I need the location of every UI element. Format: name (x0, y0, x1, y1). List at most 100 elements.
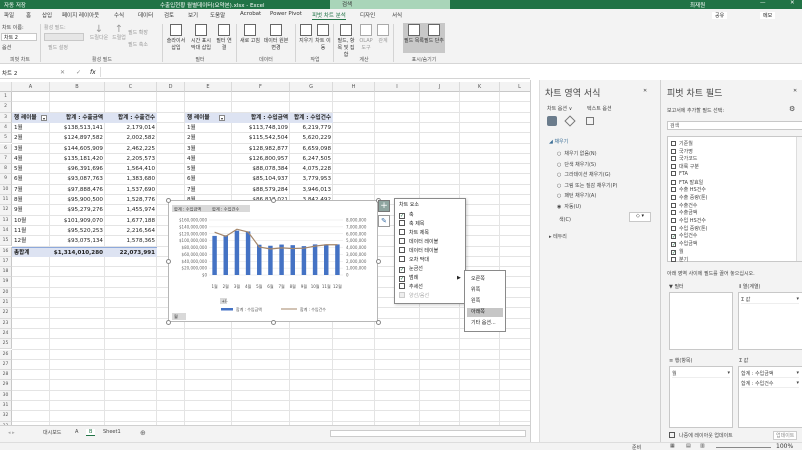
tab-12[interactable]: 디자인 (360, 11, 375, 19)
checkbox[interactable]: ✓ (671, 249, 676, 255)
column-header[interactable]: D (157, 82, 185, 92)
row-header[interactable]: 22 (0, 308, 12, 319)
dropdown-icon[interactable]: ▾ (796, 370, 799, 376)
gear-icon[interactable]: ⚙ (789, 105, 795, 113)
row-header[interactable]: 15 (0, 236, 12, 247)
pivot-cell[interactable]: 7월 (185, 185, 232, 195)
chart-element-1[interactable]: 축 제목 (399, 220, 424, 228)
insert-slicer-button[interactable]: 슬라이서 삽입 (165, 24, 187, 52)
checkbox[interactable]: ✓ (671, 234, 676, 240)
pivot-cell[interactable]: 3,946,013 (290, 185, 333, 195)
column-header[interactable]: K (460, 82, 500, 92)
pivot-cell[interactable]: 1,677,188 (105, 216, 157, 226)
area-field-item[interactable]: Σ 값 ▾ (741, 296, 799, 304)
checkbox[interactable] (671, 202, 676, 208)
chart-element-0[interactable]: ✓ 축 (399, 211, 414, 219)
pivot-cell[interactable]: $88,078,384 (232, 164, 290, 174)
pivot-cell[interactable]: 2,002,582 (105, 133, 157, 143)
pivot-cell[interactable]: 2월 (12, 133, 50, 143)
field-checkbox[interactable]: 수입 HS건수 (671, 217, 706, 224)
pivot-cell[interactable]: $126,800,957 (232, 154, 290, 164)
pivot-cell[interactable]: 6,219,779 (290, 123, 333, 133)
pivot-cell[interactable]: 9월 (12, 205, 50, 215)
fill-option-radio[interactable]: ◉ 자동(U) (557, 203, 581, 210)
cancel-icon[interactable]: ✕ (60, 69, 65, 76)
row-header[interactable]: 19 (0, 277, 12, 288)
pivot-cell[interactable]: 6월 (12, 174, 50, 184)
defer-update-checkbox[interactable]: 나중에 레이아웃 업데이트 (669, 432, 733, 439)
pivot-cell[interactable]: 1월 (185, 123, 232, 133)
pivot-cell[interactable]: 8월 (12, 195, 50, 205)
checkbox[interactable]: ✓ (399, 213, 405, 219)
pivot-cell[interactable]: 3월 (185, 144, 232, 154)
filter-area[interactable] (669, 292, 733, 350)
chart-name-input[interactable]: 차트 2 (1, 33, 37, 41)
row-header[interactable]: 17 (0, 256, 12, 268)
row-header[interactable]: 14 (0, 225, 12, 237)
pivot-cell[interactable]: 1,578,365 (105, 236, 157, 246)
checkbox[interactable] (671, 210, 676, 216)
chart-element-2[interactable]: 차트 제목 (399, 229, 429, 237)
row-header[interactable]: 9 (0, 174, 12, 185)
page-break-icon[interactable]: ▥ (700, 443, 705, 449)
pivot-cell[interactable]: $93,087,763 (50, 174, 105, 184)
column-header[interactable]: B (50, 82, 105, 92)
field-checkbox[interactable]: ✓ 월 (671, 248, 684, 255)
checkbox[interactable] (671, 256, 676, 262)
row-header[interactable]: 28 (0, 370, 12, 381)
field-checkbox[interactable]: 분기 (671, 256, 688, 263)
row-header[interactable]: 11 (0, 195, 12, 206)
chart-element-5[interactable]: 오차 막대 (399, 256, 429, 264)
filter-connections-button[interactable]: 필터 연결 (215, 24, 233, 52)
normal-view-icon[interactable]: ▦ (670, 443, 675, 449)
text-options-tab[interactable]: 텍스트 옵션 (587, 105, 612, 112)
clear-button[interactable]: 지우기 (298, 24, 314, 45)
column-header[interactable]: L (500, 82, 530, 92)
value-field-button[interactable]: 합계 : 수입금액 (174, 206, 201, 213)
fill-option-radio[interactable]: ○ 단색 채우기(S) (557, 161, 596, 168)
pivot-cell[interactable]: 5,620,229 (290, 133, 333, 143)
field-settings-button[interactable]: 필드 설정 (48, 44, 68, 51)
tab-1[interactable]: 홈 (26, 11, 31, 19)
columns-area[interactable]: Σ 값 ▾ (738, 292, 802, 350)
axis-field-button[interactable]: 월 (174, 313, 178, 320)
zoom-level[interactable]: 100% (776, 443, 793, 450)
expand-field-button[interactable]: 필드 확장 (128, 29, 148, 36)
pivot-cell[interactable]: 1,383,680 (105, 174, 157, 184)
fill-line-icon[interactable] (547, 116, 557, 126)
value-field-button[interactable]: 합계 : 수입건수 (212, 206, 239, 213)
refresh-button[interactable]: 새로 고침 (240, 24, 260, 45)
chart-styles-button[interactable]: ✎ (378, 215, 390, 227)
resize-handle[interactable] (376, 320, 381, 325)
add-sheet-button[interactable]: ⊕ (140, 429, 146, 437)
pivot-chart[interactable]: 합계 : 수입금액 합계 : 수입건수 $0 $20,000,000 $40,000,0… (166, 198, 381, 325)
row-header[interactable]: 25 (0, 339, 12, 350)
page-layout-icon[interactable]: ▤ (686, 443, 691, 449)
row-header[interactable]: 26 (0, 349, 12, 360)
pivot-cell[interactable]: 4월 (12, 154, 50, 164)
legend-position-option[interactable]: 왼쪽 (467, 297, 503, 306)
fill-section[interactable]: ◢ 채우기 (549, 138, 568, 145)
checkbox[interactable] (671, 187, 676, 193)
enter-icon[interactable]: ✓ (76, 69, 81, 76)
checkbox[interactable] (399, 256, 405, 262)
pivot-cell[interactable]: 1,564,410 (105, 164, 157, 174)
pivot-cell[interactable]: $113,748,109 (232, 123, 290, 133)
field-checkbox[interactable]: 수출 중량(톤) (671, 194, 708, 201)
checkbox[interactable]: ✓ (671, 242, 676, 248)
fill-option-radio[interactable]: ○ 패턴 채우기(A) (557, 192, 596, 199)
drillup-button[interactable]: ↑ 드릴업 (110, 25, 128, 42)
dropdown-icon[interactable]: ▾ (796, 380, 799, 386)
column-header[interactable]: C (105, 82, 157, 92)
tab-11[interactable]: 피벗 차트 분석 (312, 11, 346, 20)
scroll-left-icon[interactable]: ◂ ▸ (8, 430, 15, 436)
pivot-cell[interactable]: 1,455,974 (105, 205, 157, 215)
fill-option-radio[interactable]: ○ 채우기 없음(N) (557, 150, 597, 157)
field-search-input[interactable]: 검색 (667, 121, 802, 130)
field-checkbox[interactable]: FTA (671, 170, 688, 177)
row-header[interactable]: 8 (0, 164, 12, 175)
field-buttons-button[interactable]: 필드 단추 (424, 24, 444, 45)
zoom-slider[interactable] (716, 447, 771, 448)
fields-items-sets-button[interactable]: 필드, 항목 및 집합 (336, 24, 356, 59)
pivot-cell[interactable]: 1,528,776 (105, 195, 157, 205)
